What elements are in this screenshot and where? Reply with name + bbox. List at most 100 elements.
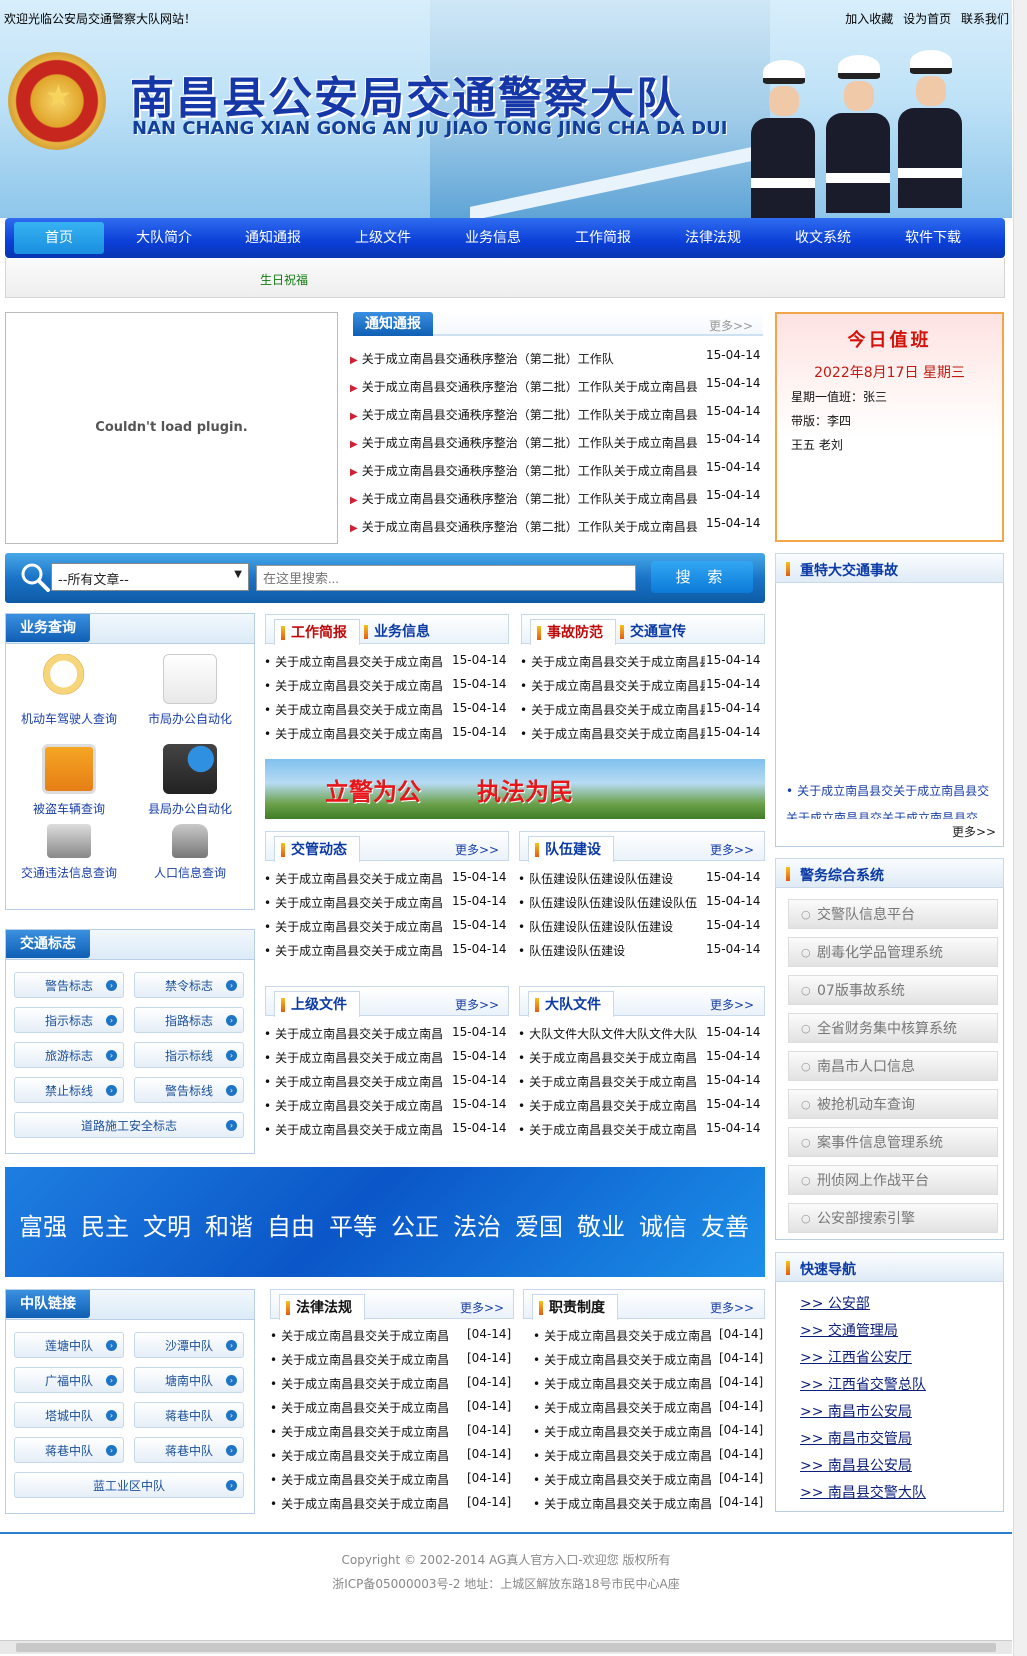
list-item[interactable]: • 关于成立南昌县交关于成立南昌县 — [520, 677, 705, 694]
list-item[interactable]: • 关于成立南昌县交关于成立南昌 — [264, 894, 444, 911]
city-office-link[interactable]: 市局办公自动化 — [135, 654, 245, 727]
list-item[interactable]: • 关于成立南昌县交关于成立南昌 — [533, 1327, 718, 1344]
squad-link-button[interactable]: 塘南中队 › — [134, 1367, 244, 1393]
quick-nav-link[interactable]: >> 南昌市公安局 — [800, 1401, 912, 1421]
contact-link[interactable]: 联系我们 — [961, 12, 1009, 26]
system-link[interactable]: 07版事故系统 — [788, 975, 998, 1006]
list-item[interactable]: • 关于成立南昌县交关于成立南昌 — [518, 1121, 708, 1138]
list-item[interactable]: • 关于成立南昌县交关于成立南昌 — [533, 1447, 718, 1464]
traffic-violation-link[interactable]: 交通违法信息查询 — [14, 824, 124, 881]
traffic-sign-button[interactable]: 指路标志 › — [134, 1007, 244, 1033]
system-link[interactable]: 南昌市人口信息 — [788, 1051, 998, 1082]
quick-nav-link[interactable]: >> 南昌市交管局 — [800, 1428, 912, 1448]
list-item[interactable]: • 关于成立南昌县交关于成立南昌 — [270, 1399, 455, 1416]
notice-item[interactable]: ▶ 关于成立南昌县交通秩序整治（第二批）工作队关于成立南昌县 — [350, 490, 698, 507]
traffic-sign-button[interactable]: 警告标线 › — [134, 1077, 244, 1103]
traffic-sign-button[interactable]: 旅游标志 › — [14, 1042, 124, 1068]
tab-traffic-dynamics[interactable]: 交管动态 — [274, 836, 360, 862]
system-link[interactable]: 剧毒化学品管理系统 — [788, 937, 998, 968]
list-item[interactable]: • 关于成立南昌县交关于成立南昌 — [518, 1097, 708, 1114]
quick-nav-link[interactable]: >> 江西省交警总队 — [800, 1374, 926, 1394]
list-item[interactable]: • 关于成立南昌县交关于成立南昌县 — [520, 701, 705, 718]
system-link[interactable]: 刑侦网上作战平台 — [788, 1165, 998, 1196]
notice-item[interactable]: ▶ 关于成立南昌县交通秩序整治（第二批）工作队关于成立南昌县 — [350, 378, 698, 395]
tab-duties[interactable]: 职责制度 — [532, 1294, 618, 1320]
squad-link-button[interactable]: 蒋巷中队 › — [134, 1402, 244, 1428]
system-link[interactable]: 全省财务集中核算系统 — [788, 1013, 998, 1044]
list-item[interactable]: • 关于成立南昌县交关于成立南昌 — [533, 1351, 718, 1368]
list-item[interactable]: • 大队文件大队文件大队文件大队 — [518, 1025, 708, 1042]
traffic-sign-button[interactable]: 禁止标线 › — [14, 1077, 124, 1103]
brigade-more-link[interactable]: 更多>> — [710, 996, 754, 1013]
nav-superior-docs[interactable]: 上级文件 — [338, 222, 428, 254]
traffic-more-link[interactable]: 更多>> — [455, 841, 499, 858]
squad-link-button[interactable]: 广福中队 › — [14, 1367, 124, 1393]
tab-laws[interactable]: 法律法规 — [279, 1294, 365, 1320]
list-item[interactable]: • 关于成立南昌县交关于成立南昌 — [270, 1351, 455, 1368]
list-item[interactable]: • 关于成立南昌县交关于成立南昌 — [264, 942, 444, 959]
traffic-sign-button[interactable]: 指示标志 › — [14, 1007, 124, 1033]
list-item[interactable]: • 关于成立南昌县交关于成立南昌 — [264, 1025, 444, 1042]
list-item[interactable]: • 关于成立南昌县交关于成立南昌 — [270, 1495, 455, 1512]
quick-nav-link[interactable]: >> 交通管理局 — [800, 1320, 898, 1340]
nav-inbox-system[interactable]: 收文系统 — [778, 222, 868, 254]
squad-link-button[interactable]: 蒋巷中队 › — [134, 1437, 244, 1463]
notice-item[interactable]: ▶ 关于成立南昌县交通秩序整治（第二批）工作队关于成立南昌县 — [350, 518, 698, 535]
squad-link-button[interactable]: 蓝工业区中队 › — [14, 1472, 244, 1498]
list-item[interactable]: • 关于成立南昌县交关于成立南昌 — [270, 1471, 455, 1488]
accident-item[interactable]: • 关于成立南昌县交关于成立南昌县交 — [786, 782, 989, 799]
vertical-scrollbar[interactable] — [1013, 0, 1027, 1656]
system-link[interactable]: 公安部搜索引擎 — [788, 1203, 998, 1234]
list-item[interactable]: • 关于成立南昌县交关于成立南昌 — [270, 1375, 455, 1392]
list-item[interactable]: • 关于成立南昌县交关于成立南昌 — [533, 1399, 718, 1416]
squad-link-button[interactable]: 沙潭中队 › — [134, 1332, 244, 1358]
quick-nav-link[interactable]: >> 江西省公安厅 — [800, 1347, 912, 1367]
nav-notices[interactable]: 通知通报 — [228, 222, 318, 254]
list-item[interactable]: • 队伍建设队伍建设队伍建设 — [518, 870, 708, 887]
tab-traffic-publicity[interactable]: 交通宣传 — [614, 619, 698, 645]
list-item[interactable]: • 队伍建设队伍建设 — [518, 942, 708, 959]
notice-item[interactable]: ▶ 关于成立南昌县交通秩序整治（第二批）工作队关于成立南昌县 — [350, 462, 698, 479]
driver-query-link[interactable]: 机动车驾驶人查询 — [14, 654, 124, 727]
squad-link-button[interactable]: 塔城中队 › — [14, 1402, 124, 1428]
traffic-sign-button[interactable]: 警告标志 › — [14, 972, 124, 998]
squad-link-button[interactable]: 蒋巷中队 › — [14, 1437, 124, 1463]
tab-accident-prevention[interactable]: 事故防范 — [530, 619, 616, 645]
county-office-link[interactable]: 县局办公自动化 — [135, 744, 245, 817]
horizontal-scrollbar[interactable] — [0, 1640, 1012, 1654]
list-item[interactable]: • 关于成立南昌县交关于成立南昌 — [264, 918, 444, 935]
add-favorite-link[interactable]: 加入收藏 — [845, 12, 893, 26]
nav-software-download[interactable]: 软件下载 — [888, 222, 978, 254]
system-link[interactable]: 交警队信息平台 — [788, 899, 998, 930]
list-item[interactable]: • 队伍建设队伍建设队伍建设 — [518, 918, 708, 935]
list-item[interactable]: • 关于成立南昌县交关于成立南昌 — [533, 1423, 718, 1440]
team-more-link[interactable]: 更多>> — [710, 841, 754, 858]
search-button[interactable]: 搜 索 — [651, 561, 753, 593]
notice-item[interactable]: ▶ 关于成立南昌县交通秩序整治（第二批）工作队关于成立南昌县 — [350, 406, 698, 423]
quick-nav-link[interactable]: >> 公安部 — [800, 1293, 870, 1313]
traffic-sign-button[interactable]: 道路施工安全标志 › — [14, 1112, 244, 1138]
notice-item[interactable]: ▶ 关于成立南昌县交通秩序整治（第二批）工作队关于成立南昌县 — [350, 434, 698, 451]
nav-work-briefs[interactable]: 工作简报 — [558, 222, 648, 254]
stolen-vehicle-link[interactable]: 被盗车辆查询 — [14, 744, 124, 817]
quick-nav-link[interactable]: >> 南昌县交警大队 — [800, 1482, 926, 1502]
list-item[interactable]: • 关于成立南昌县交关于成立南昌 — [533, 1471, 718, 1488]
law-more-link[interactable]: 更多>> — [460, 1299, 504, 1316]
list-item[interactable]: • 关于成立南昌县交关于成立南昌县 — [520, 725, 705, 742]
list-item[interactable]: • 关于成立南昌县交关于成立南昌 — [264, 653, 444, 670]
traffic-sign-button[interactable]: 禁令标志 › — [134, 972, 244, 998]
tab-brigade-docs[interactable]: 大队文件 — [528, 991, 614, 1017]
duty-more-link[interactable]: 更多>> — [710, 1299, 754, 1316]
list-item[interactable]: • 关于成立南昌县交关于成立南昌 — [533, 1495, 718, 1512]
tab-superior-docs[interactable]: 上级文件 — [274, 991, 360, 1017]
tab-notices[interactable]: 通知通报 — [353, 312, 433, 336]
superior-more-link[interactable]: 更多>> — [455, 996, 499, 1013]
notice-more-link[interactable]: 更多>> — [709, 317, 753, 334]
tab-business-info[interactable]: 业务信息 — [358, 619, 442, 645]
list-item[interactable]: • 关于成立南昌县交关于成立南昌 — [264, 677, 444, 694]
list-item[interactable]: • 关于成立南昌县交关于成立南昌 — [518, 1049, 708, 1066]
set-homepage-link[interactable]: 设为首页 — [903, 12, 951, 26]
list-item[interactable]: • 关于成立南昌县交关于成立南昌 — [264, 1073, 444, 1090]
nav-laws[interactable]: 法律法规 — [668, 222, 758, 254]
traffic-sign-button[interactable]: 指示标线 › — [134, 1042, 244, 1068]
